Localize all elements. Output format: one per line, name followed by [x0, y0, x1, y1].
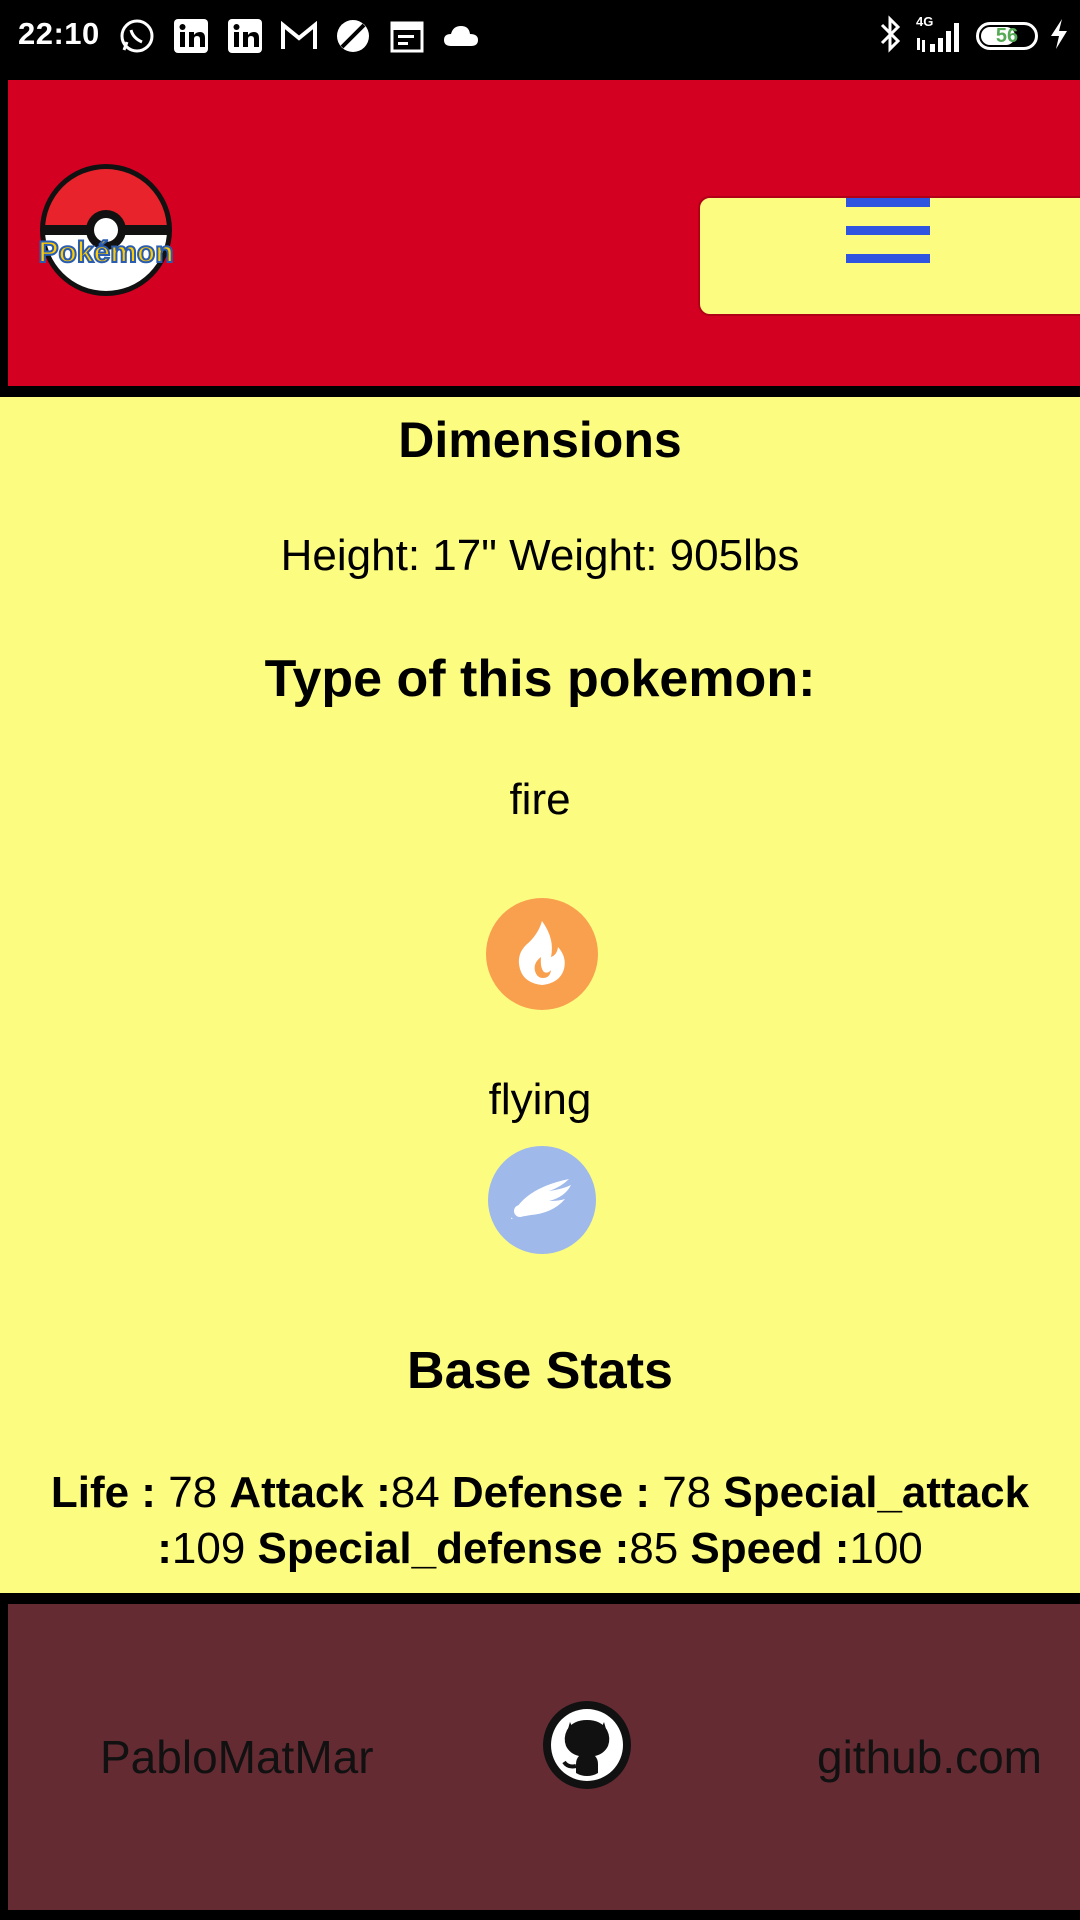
menu-button[interactable]: [698, 196, 1080, 316]
flying-type-icon: [487, 1145, 597, 1255]
status-bar: 22:10 4G 56: [0, 0, 1080, 72]
linkedin-icon: [170, 15, 212, 57]
system-icons: 4G 56: [878, 14, 1070, 58]
gmail-icon: [278, 15, 320, 57]
stat-label-speed: Speed :: [690, 1524, 850, 1573]
stat-value-life: 78: [155, 1468, 230, 1517]
dimensions-heading: Dimensions: [398, 412, 682, 468]
dimensions-text: Height: 17" Weight: 905lbs: [280, 531, 800, 580]
linkedin-icon: [224, 15, 266, 57]
battery-level: 56: [995, 25, 1019, 47]
stat-label-defense: Defense :: [451, 1468, 650, 1517]
github-link[interactable]: github.com: [817, 1730, 1042, 1784]
hamburger-icon: [846, 198, 930, 264]
type-heading: Type of this pokemon:: [264, 650, 816, 708]
app-footer: PabloMatMar github.com: [8, 1604, 1080, 1910]
bluetooth-icon: [878, 14, 904, 58]
battery-icon: 56: [976, 22, 1038, 50]
status-time: 22:10: [18, 16, 100, 51]
logo-text: Pokémon: [38, 236, 173, 269]
stat-label-attack: Attack :: [229, 1468, 391, 1517]
calendar-icon: [386, 15, 428, 57]
pokemon-details: Dimensions Height: 17" Weight: 905lbs Ty…: [0, 397, 1080, 1593]
base-stats-text: Life : 78 Attack :84 Defense : 78 Specia…: [24, 1465, 1056, 1577]
stat-value-defense: 78: [649, 1468, 724, 1517]
stat-label-special-defense: Special_defense :: [257, 1524, 630, 1573]
author-name: PabloMatMar: [100, 1731, 374, 1783]
type-label-flying: flying: [488, 1075, 592, 1124]
notification-icons: [116, 14, 482, 58]
stat-value-attack: 84: [390, 1468, 452, 1517]
pokemon-logo[interactable]: Pokémon: [37, 162, 175, 298]
cloud-icon: [440, 15, 482, 57]
whatsapp-icon: [116, 15, 158, 57]
stat-value-special-attack: 109: [171, 1524, 258, 1573]
charging-icon: [1048, 17, 1070, 56]
github-icon[interactable]: [542, 1700, 632, 1790]
fire-type-icon: [485, 897, 599, 1011]
stat-value-speed: 100: [849, 1524, 923, 1573]
type-label-fire: fire: [509, 775, 571, 824]
browser-icon: [332, 15, 374, 57]
base-stats-heading: Base Stats: [407, 1342, 673, 1400]
signal-icon: 4G: [914, 14, 966, 56]
stat-label-life: Life :: [50, 1468, 156, 1517]
stat-value-special-defense: 85: [629, 1524, 691, 1573]
app-header: Pokémon: [8, 80, 1080, 386]
